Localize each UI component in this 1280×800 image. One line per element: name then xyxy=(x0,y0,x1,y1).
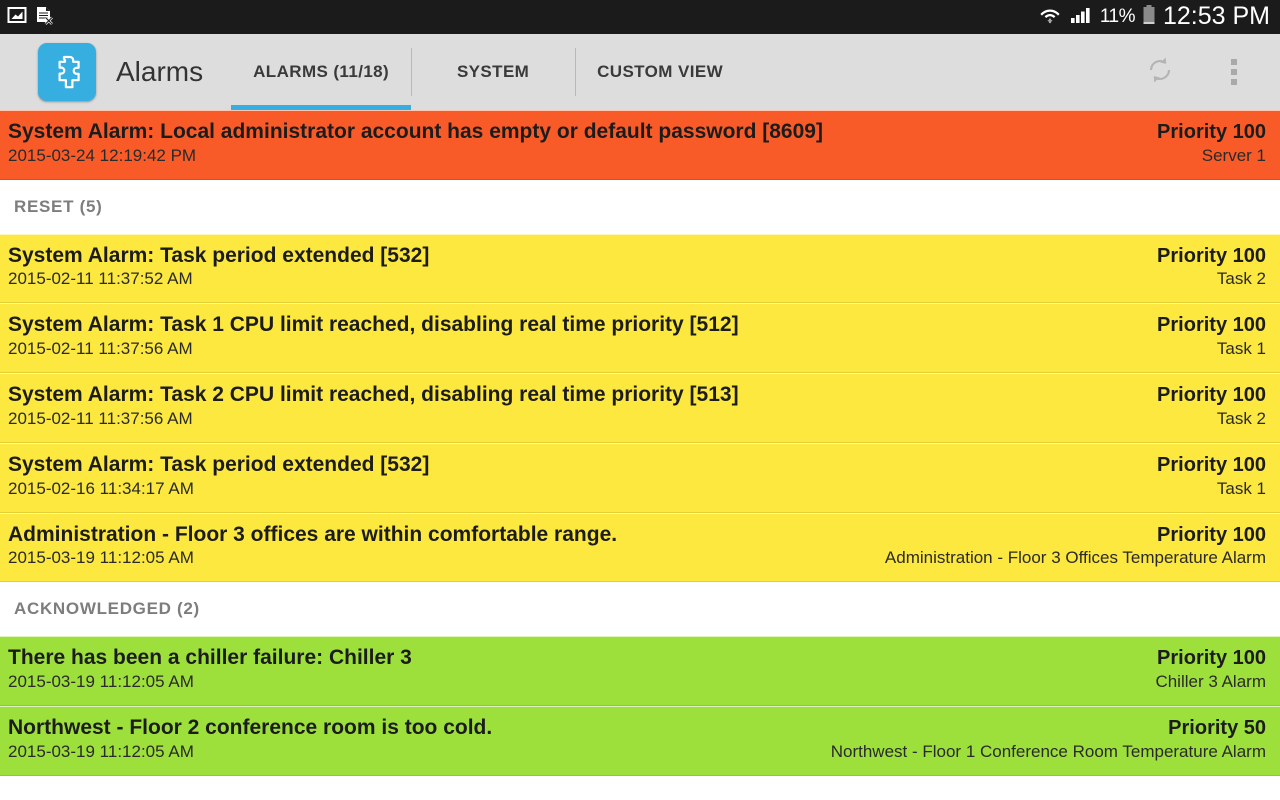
tab-system-label: SYSTEM xyxy=(456,62,530,81)
tab-system[interactable]: SYSTEM xyxy=(411,34,575,110)
alarm-timestamp: 2015-03-19 11:12:05 AM xyxy=(8,671,194,691)
alarm-priority: Priority 50 xyxy=(1168,716,1266,739)
alarm-row-primary: Northwest - Floor 2 conference room is t… xyxy=(8,716,1266,741)
alarm-title: System Alarm: Task period extended [532] xyxy=(8,243,430,267)
alarm-source: Task 2 xyxy=(1216,269,1266,289)
tab-alarms-label: ALARMS (11/18) xyxy=(253,62,390,81)
alarm-source: Northwest - Floor 1 Conference Room Temp… xyxy=(830,741,1266,761)
alarm-priority: Priority 100 xyxy=(1157,121,1266,143)
alarm-row-secondary: 2015-02-16 11:34:17 AM Task 1 xyxy=(8,478,1266,501)
refresh-button[interactable] xyxy=(1140,52,1180,92)
alarm-list[interactable]: System Alarm: Local administrator accoun… xyxy=(0,110,1280,776)
app-bar: Alarms ALARMS (11/18) SYSTEM CUSTOM VIEW xyxy=(0,34,1280,110)
alarm-row-secondary: 2015-03-19 11:12:05 AM Administration - … xyxy=(8,547,1266,570)
overflow-menu-button[interactable] xyxy=(1214,52,1254,92)
alarm-timestamp: 2015-03-19 11:12:05 AM xyxy=(8,548,194,568)
alarm-row[interactable]: System Alarm: Local administrator accoun… xyxy=(0,110,1280,180)
alarm-row-secondary: 2015-03-19 11:12:05 AM Chiller 3 Alarm xyxy=(8,671,1266,694)
screenshot-icon xyxy=(6,4,28,31)
alarm-source: Chiller 3 Alarm xyxy=(1155,671,1266,691)
alarm-timestamp: 2015-02-11 11:37:56 AM xyxy=(8,408,193,428)
cell-signal-icon xyxy=(1069,4,1093,31)
alarm-timestamp: 2015-02-11 11:37:56 AM xyxy=(8,339,193,359)
alarm-row[interactable]: Northwest - Floor 2 conference room is t… xyxy=(0,705,1280,776)
alarm-row-primary: There has been a chiller failure: Chille… xyxy=(8,646,1266,671)
tab-custom-view[interactable]: CUSTOM VIEW xyxy=(575,34,745,110)
alarm-row-secondary: 2015-02-11 11:37:56 AM Task 1 xyxy=(8,338,1266,361)
page-title: Alarms xyxy=(116,56,204,87)
alarm-timestamp: 2015-02-11 11:37:52 AM xyxy=(8,269,193,289)
alarm-row-primary: System Alarm: Task 2 CPU limit reached, … xyxy=(8,383,1266,408)
clock-label: 12:53 PM xyxy=(1162,1,1270,30)
alarm-title: System Alarm: Task 1 CPU limit reached, … xyxy=(8,313,739,337)
wifi-icon xyxy=(1038,3,1062,32)
alarm-row[interactable]: System Alarm: Task 2 CPU limit reached, … xyxy=(0,373,1280,443)
alarm-priority: Priority 100 xyxy=(1157,384,1266,407)
alarm-row-secondary: 2015-02-11 11:37:52 AM Task 2 xyxy=(8,268,1266,291)
alarm-source: Task 1 xyxy=(1216,478,1266,498)
puzzle-piece-icon[interactable] xyxy=(38,43,96,101)
document-error-icon xyxy=(33,4,55,31)
tab-custom-view-label: CUSTOM VIEW xyxy=(597,62,724,81)
status-bar: 11% 12:53 PM xyxy=(0,0,1280,34)
alarm-source: Task 2 xyxy=(1216,408,1266,428)
tab-bar: ALARMS (11/18) SYSTEM CUSTOM VIEW xyxy=(231,34,745,110)
alarm-priority: Priority 100 xyxy=(1157,647,1266,670)
more-vertical-icon xyxy=(1231,59,1237,85)
section-header-acknowledged: ACKNOWLEDGED (2) xyxy=(0,582,1280,637)
status-bar-notifications xyxy=(6,4,55,31)
alarm-source: Task 1 xyxy=(1216,339,1266,359)
alarm-row[interactable]: System Alarm: Task 1 CPU limit reached, … xyxy=(0,303,1280,374)
tab-alarms[interactable]: ALARMS (11/18) xyxy=(231,34,412,110)
alarm-row-primary: Administration - Floor 3 offices are wit… xyxy=(8,523,1266,548)
alarm-source: Server 1 xyxy=(1201,145,1266,165)
app-bar-actions xyxy=(1140,34,1280,110)
alarm-title: Northwest - Floor 2 conference room is t… xyxy=(8,715,493,739)
section-header-reset: RESET (5) xyxy=(0,179,1280,234)
alarm-row-primary: System Alarm: Local administrator accoun… xyxy=(8,120,1266,145)
alarm-priority: Priority 100 xyxy=(1157,453,1266,476)
alarm-timestamp: 2015-02-16 11:34:17 AM xyxy=(8,478,194,498)
alarm-title: System Alarm: Task 2 CPU limit reached, … xyxy=(8,383,739,407)
battery-icon xyxy=(1142,3,1156,32)
alarm-row-primary: System Alarm: Task 1 CPU limit reached, … xyxy=(8,313,1266,338)
alarm-row[interactable]: Administration - Floor 3 offices are wit… xyxy=(0,512,1280,583)
alarm-title: There has been a chiller failure: Chille… xyxy=(8,646,412,670)
alarm-row[interactable]: There has been a chiller failure: Chille… xyxy=(0,636,1280,706)
alarm-priority: Priority 100 xyxy=(1157,523,1266,546)
alarm-row[interactable]: System Alarm: Task period extended [532]… xyxy=(0,442,1280,513)
alarm-row-primary: System Alarm: Task period extended [532]… xyxy=(8,453,1266,478)
alarm-row-secondary: 2015-02-11 11:37:56 AM Task 2 xyxy=(8,408,1266,431)
alarm-source: Administration - Floor 3 Offices Tempera… xyxy=(884,548,1266,568)
alarm-timestamp: 2015-03-24 12:19:42 PM xyxy=(8,145,197,165)
alarm-row-primary: System Alarm: Task period extended [532]… xyxy=(8,244,1266,269)
refresh-icon xyxy=(1143,53,1177,92)
alarm-timestamp: 2015-03-19 11:12:05 AM xyxy=(8,741,194,761)
status-bar-system-icons: 11% 12:53 PM xyxy=(1038,3,1270,32)
alarm-priority: Priority 100 xyxy=(1157,314,1266,337)
battery-percent-label: 11% xyxy=(1099,6,1136,27)
alarm-priority: Priority 100 xyxy=(1157,244,1266,267)
alarm-title: System Alarm: Task period extended [532] xyxy=(8,452,430,476)
alarm-title: System Alarm: Local administrator accoun… xyxy=(8,120,823,143)
alarm-row-secondary: 2015-03-24 12:19:42 PM Server 1 xyxy=(8,145,1266,168)
alarm-title: Administration - Floor 3 offices are wit… xyxy=(8,522,618,546)
alarm-row[interactable]: System Alarm: Task period extended [532]… xyxy=(0,233,1280,304)
alarm-row-secondary: 2015-03-19 11:12:05 AM Northwest - Floor… xyxy=(8,741,1266,764)
app-branding: Alarms xyxy=(0,34,203,110)
